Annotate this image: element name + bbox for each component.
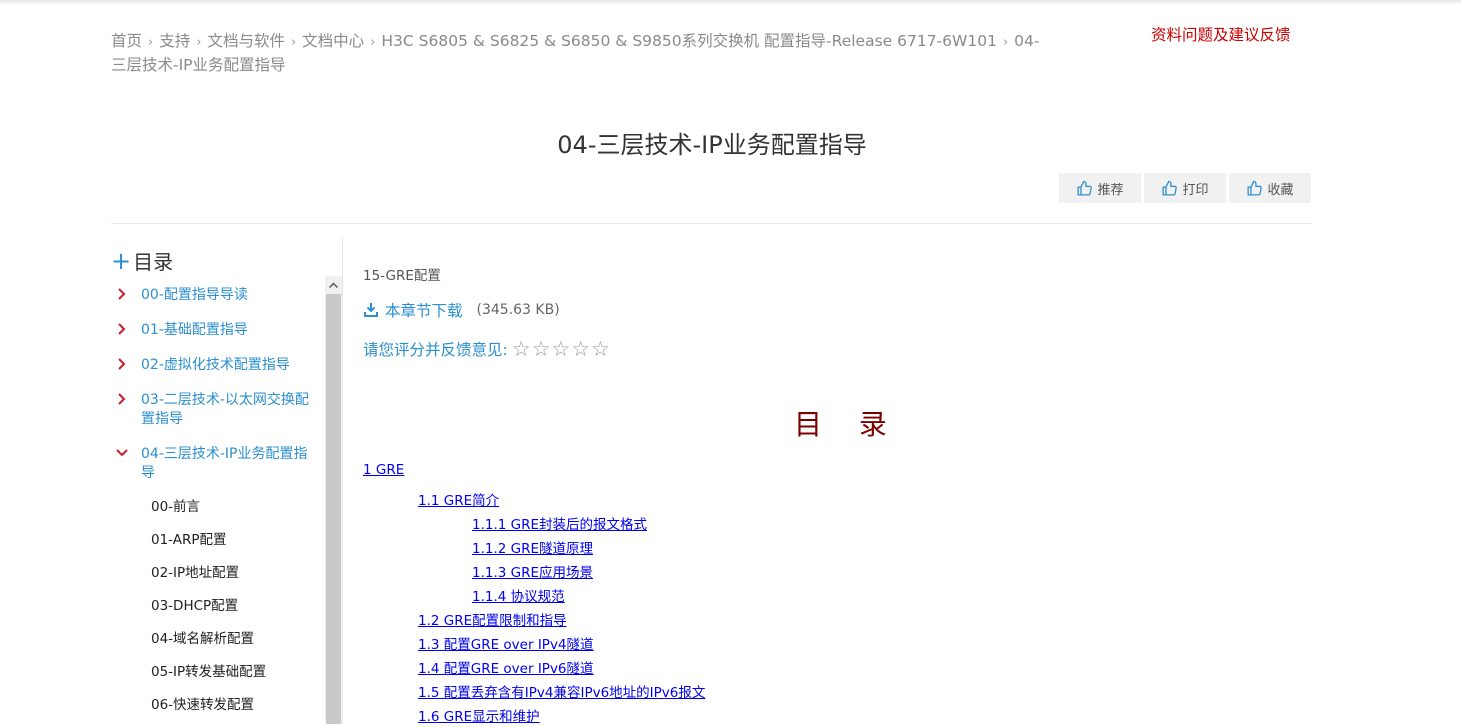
rating-label: 请您评分并反馈意见: [363,341,508,359]
breadcrumb: 首页 › 支持 › 文档与软件 › 文档中心 › H3C S6805 & S6825 & S68… [111,30,1051,76]
toc-link[interactable]: 1.4 配置GRE over IPv6隧道 [418,657,594,677]
chevron-down-icon [116,449,128,457]
thumbs-up-icon [1247,180,1263,196]
sidebar-item-04[interactable]: 04-三层技术-IP业务配置指导 [111,445,321,496]
breadcrumb-support[interactable]: 支持 [159,32,190,50]
sidebar-subitem[interactable]: 06-快速转发配置 [111,694,321,727]
breadcrumb-docs-software[interactable]: 文档与软件 [207,32,285,50]
rating-row: 请您评分并反馈意见: ☆ ☆ ☆ ☆ ☆ [363,338,610,360]
toc-link[interactable]: 1.5 配置丢弃含有IPv4兼容IPv6地址的IPv6报文 [418,681,705,701]
star-icon[interactable]: ☆ [591,339,610,360]
star-icon[interactable]: ☆ [551,339,570,360]
breadcrumb-separator: › [148,35,154,50]
rating-stars: ☆ ☆ ☆ ☆ ☆ [512,339,610,360]
sidebar-subitem[interactable]: 01-ARP配置 [111,529,321,562]
toc-link[interactable]: 1 GRE [363,462,404,478]
sidebar-heading-label: 目录 [133,250,174,274]
chevron-right-icon [118,323,126,335]
sidebar-subitem[interactable]: 00-前言 [111,496,321,529]
sidebar-item-label: 03-二层技术-以太网交换配置指导 [141,392,309,427]
thumbs-up-icon [1162,180,1178,196]
breadcrumb-doc-center[interactable]: 文档中心 [302,32,364,50]
sidebar-item-01[interactable]: 01-基础配置指导 [111,321,321,356]
sidebar-item-03[interactable]: 03-二层技术-以太网交换配置指导 [111,391,321,445]
sidebar-item-label: 00-配置指导导读 [141,287,248,303]
header-divider [111,223,1311,224]
recommend-label: 推荐 [1097,182,1124,198]
breadcrumb-separator: › [370,35,376,50]
print-button[interactable]: 打印 [1144,173,1226,203]
sidebar-subitem[interactable]: 05-IP转发基础配置 [111,661,321,694]
sidebar-item-00[interactable]: 00-配置指导导读 [111,286,321,321]
toc-link[interactable]: 1.3 配置GRE over IPv4隧道 [418,633,594,653]
breadcrumb-separator: › [1002,35,1009,50]
breadcrumb-product-guide[interactable]: H3C S6805 & S6825 & S6850 & S9850系列交换机 配… [381,32,997,50]
download-icon [364,303,378,317]
breadcrumb-separator: › [290,35,297,50]
download-label: 本章节下载 [385,302,463,320]
page-title: 04-三层技术-IP业务配置指导 [557,131,867,159]
breadcrumb-home[interactable]: 首页 [111,32,142,50]
chevron-right-icon [118,358,126,370]
chevron-right-icon [118,393,126,405]
toc-link[interactable]: 1.1.4 协议规范 [472,585,565,605]
sidebar-subitem[interactable]: 04-域名解析配置 [111,628,321,661]
download-link[interactable]: 本章节下载 (345.63 KB) [363,299,560,321]
plus-icon: + [111,246,132,275]
sidebar-heading[interactable]: + 目录 [111,246,173,275]
star-icon[interactable]: ☆ [532,339,551,360]
favorite-label: 收藏 [1267,182,1294,198]
scrollbar-thumb[interactable] [326,294,341,724]
top-shadow [0,0,1461,5]
star-icon[interactable]: ☆ [512,339,531,360]
toc-title: 目 录 [794,408,901,441]
toc-link[interactable]: 1.6 GRE显示和维护 [418,705,540,725]
star-icon[interactable]: ☆ [571,339,590,360]
print-label: 打印 [1182,182,1209,198]
action-bar: 推荐 打印 收藏 [1059,173,1311,203]
sidebar-tree: 00-配置指导导读 01-基础配置指导 02-虚拟化技术配置指导 03-二层技术… [111,286,321,727]
thumbs-up-icon [1077,180,1093,196]
sidebar-subitem[interactable]: 03-DHCP配置 [111,595,321,628]
sidebar-divider [342,238,343,724]
sidebar-scrollbar[interactable] [325,276,342,724]
download-size: (345.63 KB) [476,302,560,318]
recommend-button[interactable]: 推荐 [1059,173,1141,203]
favorite-button[interactable]: 收藏 [1229,173,1311,203]
chapter-title: 15-GRE配置 [363,268,441,284]
scroll-up-arrow-icon[interactable] [325,276,342,293]
sidebar-item-label: 02-虚拟化技术配置指导 [141,357,290,373]
toc-link[interactable]: 1.2 GRE配置限制和指导 [418,609,567,629]
sidebar-item-02[interactable]: 02-虚拟化技术配置指导 [111,356,321,391]
toc-link[interactable]: 1.1.3 GRE应用场景 [472,561,593,581]
sidebar-item-label: 04-三层技术-IP业务配置指导 [141,446,308,481]
sidebar-subitem[interactable]: 02-IP地址配置 [111,562,321,595]
sidebar-item-label: 01-基础配置指导 [141,322,248,338]
feedback-link[interactable]: 资料问题及建议反馈 [1151,23,1291,45]
toc-link[interactable]: 1.1.2 GRE隧道原理 [472,537,593,557]
breadcrumb-separator: › [196,35,202,50]
toc-link[interactable]: 1.1.1 GRE封装后的报文格式 [472,513,647,533]
chevron-right-icon [118,288,126,300]
toc-link[interactable]: 1.1 GRE简介 [418,489,499,509]
